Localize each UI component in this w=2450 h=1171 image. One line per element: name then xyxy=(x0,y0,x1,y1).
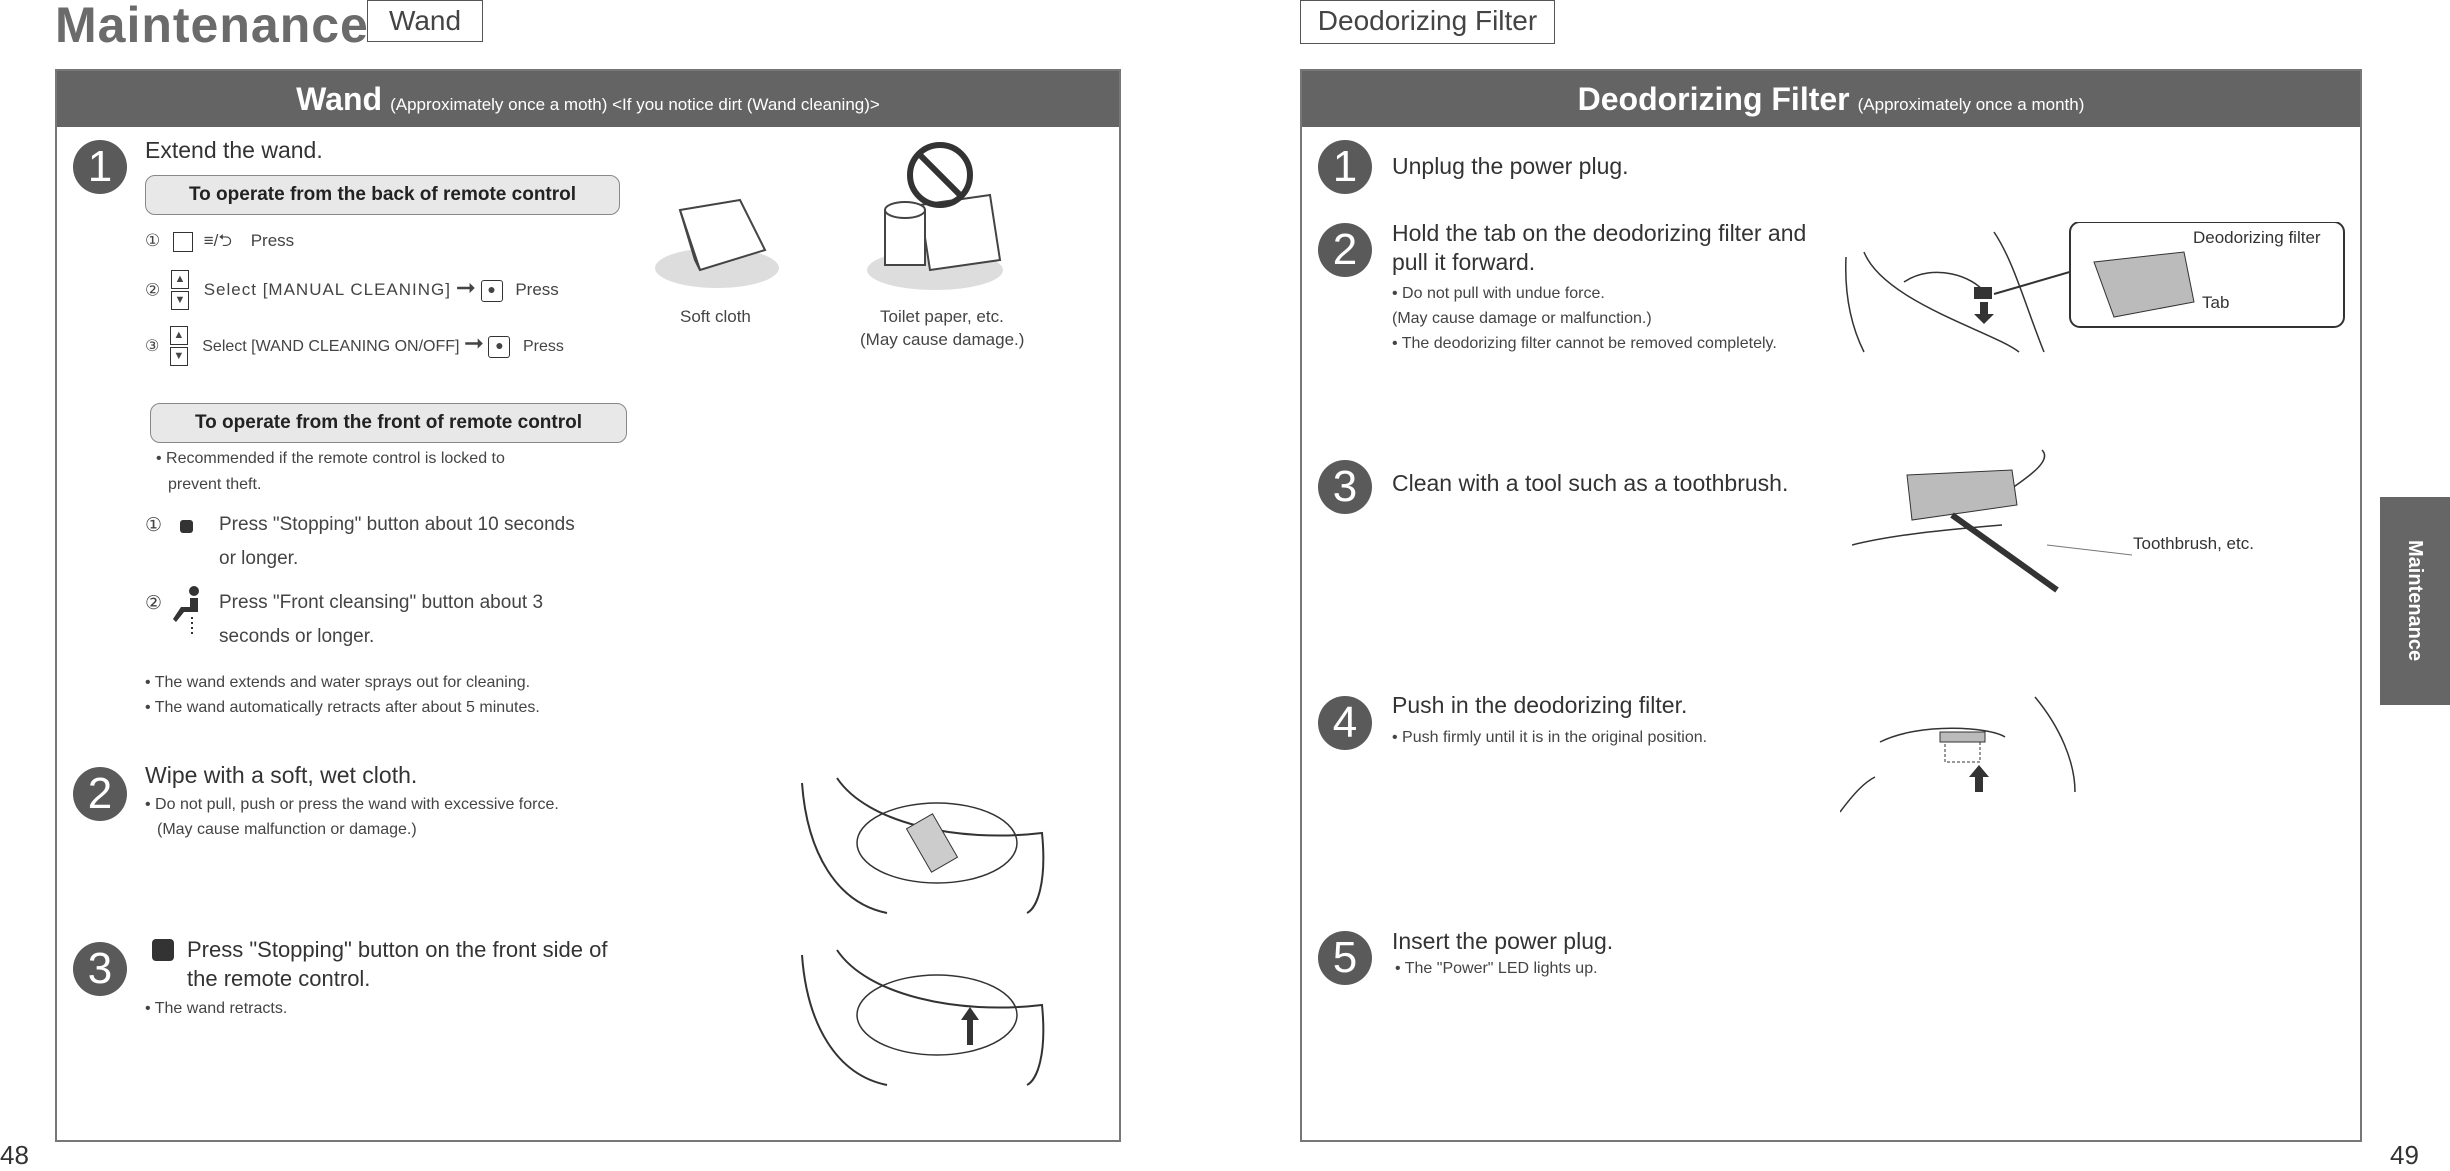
toilet-paper-illustration xyxy=(867,142,1003,290)
r-step2-title-1: Hold the tab on the deodorizing filter a… xyxy=(1392,220,1807,246)
back-row-1: ① ≡/⮌ Press xyxy=(145,228,294,257)
stop-button-icon xyxy=(180,520,193,533)
soft-cloth-label: Soft cloth xyxy=(680,307,751,326)
step1-bullet-1: • The wand extends and water sprays out … xyxy=(145,674,531,691)
front-remote-pill: To operate from the front of remote cont… xyxy=(150,403,627,443)
r-step2-bullet-3: • The deodorizing filter cannot be remov… xyxy=(1392,335,1777,352)
toilet-paper-label: Toilet paper, etc. xyxy=(880,307,1004,326)
step3-title-1: Press "Stopping" button on the front sid… xyxy=(187,937,608,962)
header-title: Wand xyxy=(296,81,383,117)
row-marker: ③ xyxy=(145,338,160,356)
front-row-2-line2: seconds or longer. xyxy=(219,626,375,647)
r-step5-bullet: • The "Power" LED lights up. xyxy=(1395,960,1598,977)
step2-bullet-1: • Do not pull, push or press the wand wi… xyxy=(145,796,559,813)
r-step2-bullet-2: (May cause damage or malfunction.) xyxy=(1392,310,1652,327)
row-marker: ② xyxy=(145,280,161,300)
front-row-2-line1: Press "Front cleansing" button about 3 xyxy=(219,592,544,613)
toilet-wipe-illustration xyxy=(801,777,1045,914)
front-cleansing-icon xyxy=(173,586,199,635)
soft-cloth-illustration xyxy=(655,198,779,288)
front-row-1-marker: ① xyxy=(145,515,163,536)
front-row-1-line2: or longer. xyxy=(219,548,299,569)
page-number-left: 48 xyxy=(0,1140,29,1170)
r-step5-title: Insert the power plug. xyxy=(1392,928,1614,954)
up-down-icon: ▲ ▼ xyxy=(169,326,188,368)
page-number-right: 49 xyxy=(2390,1140,2419,1170)
front-note-2: prevent theft. xyxy=(168,476,262,493)
step3-title-2: the remote control. xyxy=(187,966,371,991)
ok-button-icon: ● xyxy=(488,336,511,358)
toothbrush-illustration xyxy=(1852,449,2132,593)
step3-bullet: • The wand retracts. xyxy=(145,1000,288,1017)
back-row-3: ③ ▲ ▼ Select [WAND CLEANING ON/OFF] ➞ ● P… xyxy=(145,326,564,368)
step2-title: Wipe with a soft, wet cloth. xyxy=(145,762,418,788)
filter-push-illustration xyxy=(1840,696,2076,813)
r-step1-title: Unplug the power plug. xyxy=(1392,153,1629,179)
menu-back-icon: ≡/⮌ xyxy=(203,231,232,250)
stop-button-icon xyxy=(152,939,174,961)
header-subtitle: (Approximately once a month) xyxy=(1857,95,2085,114)
row-press: Press xyxy=(522,338,564,356)
step-number-1: 1 xyxy=(1318,140,1372,194)
step-number-3: 3 xyxy=(73,942,127,996)
wand-panel-header: Wand (Approximately once a moth) <If you … xyxy=(57,71,1119,127)
step2-bullet-2: (May cause malfunction or damage.) xyxy=(157,821,417,838)
row-text: Press xyxy=(250,231,295,250)
step-number-3: 3 xyxy=(1318,460,1372,514)
r-step4-bullet: • Push firmly until it is in the origina… xyxy=(1392,729,1708,746)
header-subtitle: (Approximately once a moth) <If you noti… xyxy=(390,95,880,114)
section-title: Maintenance xyxy=(55,0,369,53)
step1-title: Extend the wand. xyxy=(145,137,323,163)
callout-tab-label: Tab xyxy=(2202,293,2230,312)
maintenance-side-tab: Maintenance xyxy=(2380,497,2450,705)
wand-tag: Wand xyxy=(367,0,483,42)
up-down-icon: ▲ ▼ xyxy=(170,270,189,312)
row-marker: ① xyxy=(145,231,161,250)
deodorizing-panel-header: Deodorizing Filter (Approximately once a … xyxy=(1302,71,2360,127)
front-row-1-line1: Press "Stopping" button about 10 seconds xyxy=(219,514,575,535)
step-number-2: 2 xyxy=(73,767,127,821)
step-number-2: 2 xyxy=(1318,223,1372,277)
ok-button-icon: ● xyxy=(480,280,503,302)
toothbrush-label: Toothbrush, etc. xyxy=(2133,534,2254,553)
toilet-paper-note: (May cause damage.) xyxy=(860,330,1025,349)
row-text: Select [MANUAL CLEANING] xyxy=(203,280,451,300)
row-text: Select [WAND CLEANING ON/OFF] xyxy=(202,338,460,356)
front-row-2-marker: ② xyxy=(145,593,163,614)
row-press: Press xyxy=(515,280,559,300)
r-step4-title: Push in the deodorizing filter. xyxy=(1392,692,1688,718)
step-number-4: 4 xyxy=(1318,696,1372,750)
arrow-right-icon: ➞ xyxy=(455,274,476,302)
header-title: Deodorizing Filter xyxy=(1577,81,1850,117)
front-note-1: • Recommended if the remote control is l… xyxy=(156,450,505,467)
callout-filter-label: Deodorizing filter xyxy=(2193,228,2321,247)
r-step2-title-2: pull it forward. xyxy=(1392,249,1536,275)
step-number-1: 1 xyxy=(73,140,127,194)
deodorizing-tag: Deodorizing Filter xyxy=(1300,0,1555,44)
back-row-2: ② ▲ ▼ Select [MANUAL CLEANING] ➞ ● Press xyxy=(145,270,559,312)
r-step2-bullet-1: • Do not pull with undue force. xyxy=(1392,285,1605,302)
r-step3-title: Clean with a tool such as a toothbrush. xyxy=(1392,470,1789,496)
button-icon xyxy=(172,231,193,252)
step1-bullet-2: • The wand automatically retracts after … xyxy=(145,699,540,716)
toilet-retract-illustration xyxy=(801,949,1045,1086)
back-remote-pill: To operate from the back of remote contr… xyxy=(145,175,620,215)
step-number-5: 5 xyxy=(1318,931,1372,985)
arrow-right-icon: ➞ xyxy=(463,330,485,358)
